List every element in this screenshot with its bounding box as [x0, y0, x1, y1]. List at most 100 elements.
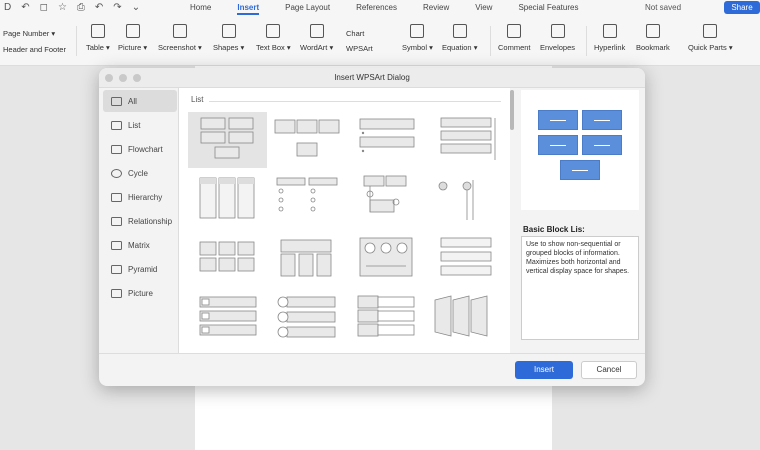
- chart-group: Chart WPSArt: [346, 26, 373, 56]
- tab-home[interactable]: Home: [190, 3, 211, 12]
- page-number-button[interactable]: Page Number ▾: [3, 26, 66, 42]
- category-list: All List Flowchart Cycle Hierarchy Relat…: [103, 90, 177, 306]
- footer-divider: [99, 353, 645, 354]
- preview-block: [538, 110, 578, 130]
- section-divider: [209, 101, 501, 102]
- preview-title: Basic Block Lis:: [523, 225, 585, 234]
- category-list-item[interactable]: List: [103, 114, 177, 136]
- category-all[interactable]: All: [103, 90, 177, 112]
- ribbon-tabs: Home Insert Page Layout References Revie…: [190, 3, 604, 15]
- equation-button[interactable]: Equation ▾: [442, 24, 477, 52]
- redo-arrow-icon[interactable]: ↷: [113, 2, 121, 13]
- table-icon: [90, 24, 105, 38]
- category-pyramid[interactable]: Pyramid: [103, 258, 177, 280]
- toolbar-divider: [76, 26, 77, 56]
- relationship-icon: [111, 216, 122, 226]
- chart-button[interactable]: Chart: [346, 26, 373, 41]
- screenshot-icon: [172, 24, 187, 38]
- shapes-icon: [221, 24, 236, 38]
- quick-parts-button[interactable]: Quick Parts ▾: [688, 24, 733, 52]
- shapes-button[interactable]: Shapes ▾: [213, 24, 244, 52]
- cycle-icon: [111, 168, 122, 178]
- bookmark-button[interactable]: Bookmark: [636, 24, 670, 52]
- layout-lined-list[interactable]: [425, 232, 504, 288]
- picture-button[interactable]: Picture ▾: [118, 24, 147, 52]
- table-button[interactable]: Table ▾: [86, 24, 110, 52]
- wpsart-button[interactable]: WPSArt: [346, 41, 373, 56]
- tab-special-features[interactable]: Special Features: [518, 3, 578, 12]
- undo-icon[interactable]: ↶: [21, 2, 29, 13]
- layout-labeled-list[interactable]: [346, 292, 425, 348]
- picture-icon: [111, 288, 122, 298]
- wordart-icon: [309, 24, 324, 38]
- toolbar-divider: [586, 26, 587, 56]
- category-relationship[interactable]: Relationship: [103, 210, 177, 232]
- layout-table-list[interactable]: [267, 232, 346, 288]
- gallery-scrollbar[interactable]: [510, 88, 515, 353]
- layout-pin-list[interactable]: [425, 172, 504, 228]
- category-cycle[interactable]: Cycle: [103, 162, 177, 184]
- quick-parts-icon: [703, 24, 718, 38]
- layout-gallery: List: [178, 88, 511, 353]
- tab-review[interactable]: Review: [423, 3, 449, 12]
- matrix-icon: [111, 240, 122, 250]
- layout-trapezoid-list[interactable]: [425, 292, 504, 348]
- grid-icon: [111, 96, 122, 106]
- dialog-title: Insert WPSArt Dialog: [334, 73, 410, 82]
- tab-page-layout[interactable]: Page Layout: [285, 3, 330, 12]
- layout-stacked-list[interactable]: [425, 112, 504, 168]
- print-icon[interactable]: ⎙: [77, 2, 85, 13]
- bookmark-icon: [645, 24, 660, 38]
- title-bar: D ↶ ◻ ☆ ⎙ ↶ ↷ ⌄ Home Insert Page Layout …: [0, 0, 760, 16]
- layout-preview: [521, 90, 639, 210]
- category-flowchart[interactable]: Flowchart: [103, 138, 177, 160]
- header-footer-group: Page Number ▾ Header and Footer: [3, 26, 66, 58]
- layout-picture-caption-list[interactable]: [188, 292, 267, 348]
- gallery-section-label: List: [191, 95, 204, 104]
- hyperlink-icon: [602, 24, 617, 38]
- insert-wpsart-dialog: Insert WPSArt Dialog All List Flowchart …: [99, 68, 645, 386]
- category-matrix[interactable]: Matrix: [103, 234, 177, 256]
- star-icon[interactable]: ☆: [58, 2, 67, 13]
- cancel-button[interactable]: Cancel: [581, 361, 637, 379]
- insert-button[interactable]: Insert: [515, 361, 573, 379]
- text-box-button[interactable]: Text Box ▾: [256, 24, 291, 52]
- layout-grouped-list[interactable]: [267, 172, 346, 228]
- tab-references[interactable]: References: [356, 3, 397, 12]
- layout-description: Use to show non-sequential or grouped bl…: [521, 236, 639, 340]
- scrollbar-thumb[interactable]: [510, 90, 514, 130]
- layout-bulleted-list[interactable]: [346, 112, 425, 168]
- new-icon[interactable]: D: [4, 2, 11, 13]
- layout-basic-block-list[interactable]: [188, 112, 267, 168]
- picture-icon: [125, 24, 140, 38]
- symbol-icon: [410, 24, 425, 38]
- ribbon-toolbar: Page Number ▾ Header and Footer Table ▾ …: [0, 16, 760, 66]
- layout-vertical-list[interactable]: [188, 172, 267, 228]
- toolbar-divider: [490, 26, 491, 56]
- flowchart-icon: [111, 144, 122, 154]
- tab-insert[interactable]: Insert: [237, 3, 259, 15]
- save-status[interactable]: Not saved: [645, 3, 681, 12]
- header-footer-button[interactable]: Header and Footer: [3, 42, 66, 58]
- share-button[interactable]: Share: [724, 1, 760, 14]
- preview-block: [582, 110, 622, 130]
- undo-arrow-icon[interactable]: ↶: [95, 2, 103, 13]
- category-hierarchy[interactable]: Hierarchy: [103, 186, 177, 208]
- more-icon[interactable]: ⌄: [132, 2, 140, 13]
- tab-view[interactable]: View: [475, 3, 492, 12]
- symbol-button[interactable]: Symbol ▾: [402, 24, 433, 52]
- hyperlink-button[interactable]: Hyperlink: [594, 24, 625, 52]
- layout-hexagon-list[interactable]: [267, 292, 346, 348]
- save-icon[interactable]: ◻: [40, 2, 48, 13]
- wordart-button[interactable]: WordArt ▾: [300, 24, 333, 52]
- envelopes-button[interactable]: Envelopes: [540, 24, 575, 52]
- text-box-icon: [266, 24, 281, 38]
- comment-button[interactable]: Comment: [498, 24, 531, 52]
- category-picture[interactable]: Picture: [103, 282, 177, 304]
- layout-column-list[interactable]: [188, 232, 267, 288]
- layout-horizontal-list[interactable]: [267, 112, 346, 168]
- layout-target-list[interactable]: [346, 172, 425, 228]
- screenshot-button[interactable]: Screenshot ▾: [158, 24, 202, 52]
- layout-circle-list[interactable]: [346, 232, 425, 288]
- hierarchy-icon: [111, 192, 122, 202]
